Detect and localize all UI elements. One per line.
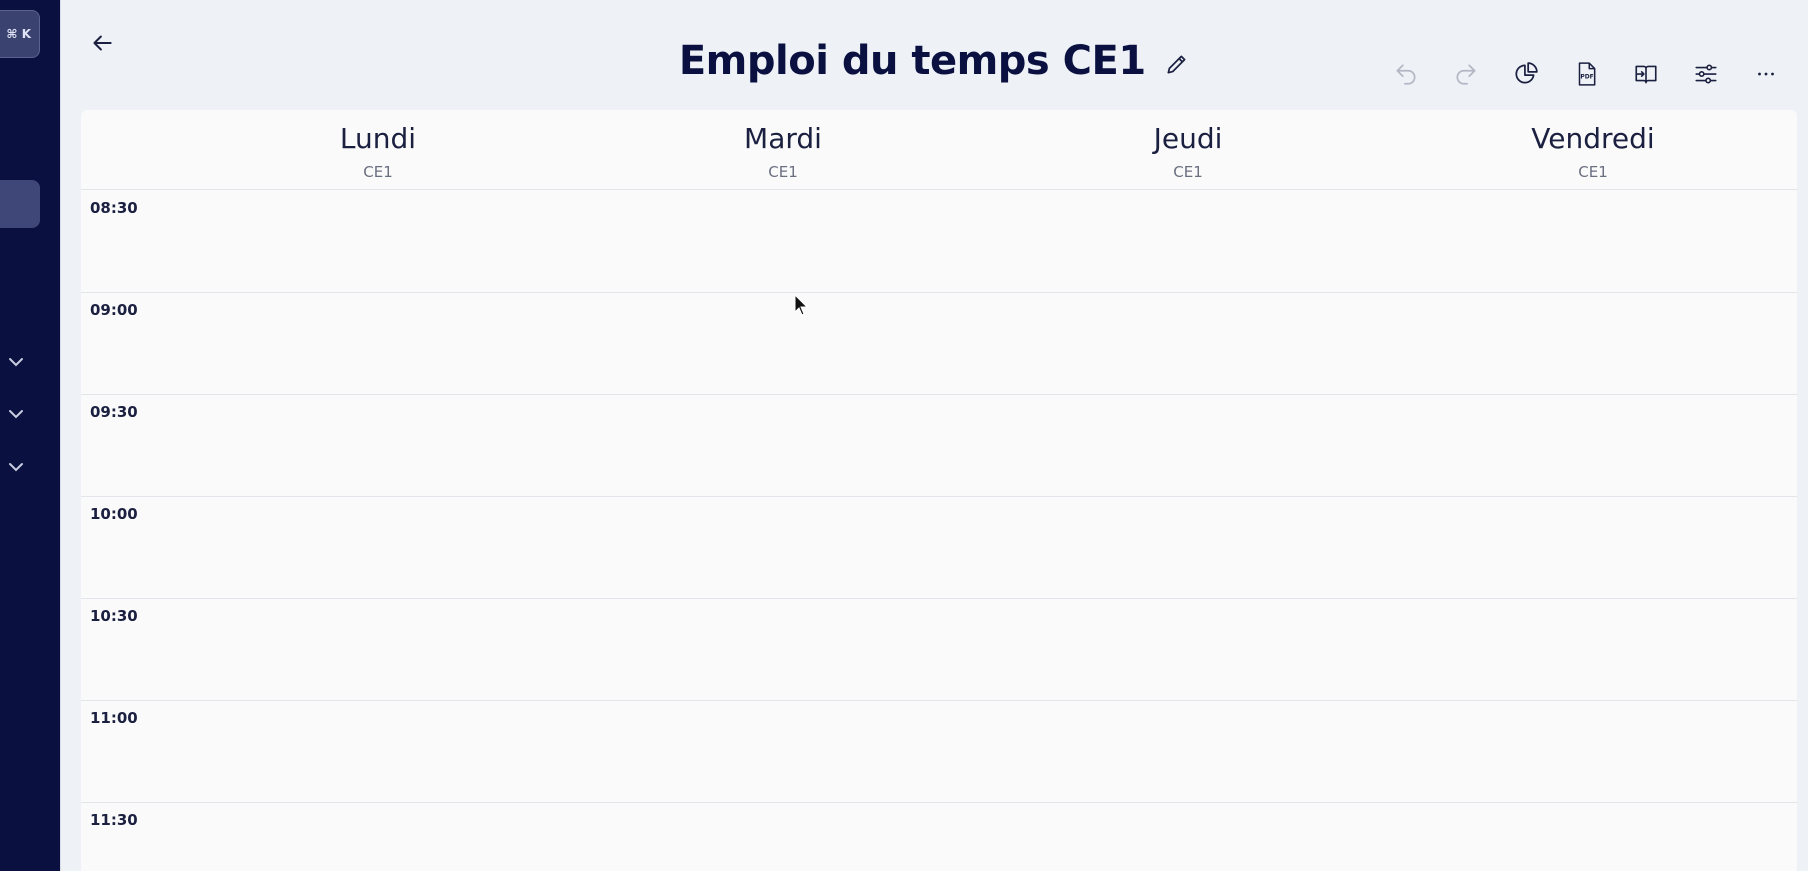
undo-button[interactable] <box>1376 58 1436 90</box>
stats-button[interactable] <box>1496 58 1556 90</box>
day-column-lundi[interactable]: Lundi CE1 <box>228 122 528 181</box>
time-slot-row[interactable]: 09:00 <box>81 293 1797 395</box>
chevron-down-icon[interactable] <box>4 455 28 479</box>
more-button[interactable] <box>1736 58 1796 90</box>
more-icon <box>1758 72 1774 76</box>
day-column-vendredi[interactable]: Vendredi CE1 <box>1443 122 1743 181</box>
time-slot-row[interactable]: 11:00 <box>81 701 1797 803</box>
day-column-jeudi[interactable]: Jeudi CE1 <box>1038 122 1338 181</box>
command-k-shortcut[interactable]: ⌘ K <box>0 10 40 58</box>
redo-button[interactable] <box>1436 58 1496 90</box>
pdf-icon: PDF <box>1578 62 1596 86</box>
main-panel: Emploi du temps CE1 PDF Lundi CE1 Mardi … <box>60 0 1808 871</box>
timetable-grid: Lundi CE1 Mardi CE1 Jeudi CE1 Vendredi C… <box>81 110 1797 871</box>
settings-button[interactable] <box>1676 58 1736 90</box>
export-pdf-button[interactable]: PDF <box>1556 58 1616 90</box>
day-class: CE1 <box>768 163 798 181</box>
time-slot-row[interactable]: 10:30 <box>81 599 1797 701</box>
undo-icon <box>1396 64 1416 85</box>
pie-chart-icon <box>1515 62 1538 84</box>
book-open-icon <box>1635 65 1657 84</box>
day-name: Vendredi <box>1531 122 1655 155</box>
slot-time: 10:30 <box>90 607 138 625</box>
time-slot-row[interactable]: 09:30 <box>81 395 1797 497</box>
toolbar: PDF <box>1376 58 1796 90</box>
sidebar-active-item[interactable] <box>0 180 40 228</box>
time-slot-row[interactable]: 10:00 <box>81 497 1797 599</box>
time-slot-row[interactable]: 11:30 <box>81 803 1797 871</box>
day-class: CE1 <box>363 163 393 181</box>
day-column-mardi[interactable]: Mardi CE1 <box>633 122 933 181</box>
sliders-icon <box>1695 64 1717 84</box>
slot-time: 10:00 <box>90 505 138 523</box>
day-name: Jeudi <box>1153 122 1223 155</box>
slot-time: 08:30 <box>90 199 138 217</box>
day-class: CE1 <box>1173 163 1203 181</box>
redo-icon <box>1456 64 1476 85</box>
pencil-icon[interactable] <box>1164 51 1190 77</box>
page-title: Emploi du temps CE1 <box>678 38 1146 84</box>
day-header-row: Lundi CE1 Mardi CE1 Jeudi CE1 Vendredi C… <box>81 110 1797 190</box>
slot-time: 09:00 <box>90 301 138 319</box>
day-name: Mardi <box>744 122 822 155</box>
slot-time: 11:30 <box>90 811 138 829</box>
mouse-pointer-icon <box>794 294 808 316</box>
book-button[interactable] <box>1616 58 1676 90</box>
slot-time: 11:00 <box>90 709 138 727</box>
chevron-down-icon[interactable] <box>4 350 28 374</box>
sidebar: ⌘ K <box>0 0 60 871</box>
slot-time: 09:30 <box>90 403 138 421</box>
chevron-down-icon[interactable] <box>4 402 28 426</box>
day-name: Lundi <box>339 122 417 155</box>
svg-text:PDF: PDF <box>1580 73 1593 80</box>
day-class: CE1 <box>1578 163 1608 181</box>
time-slot-row[interactable]: 08:30 <box>81 191 1797 293</box>
